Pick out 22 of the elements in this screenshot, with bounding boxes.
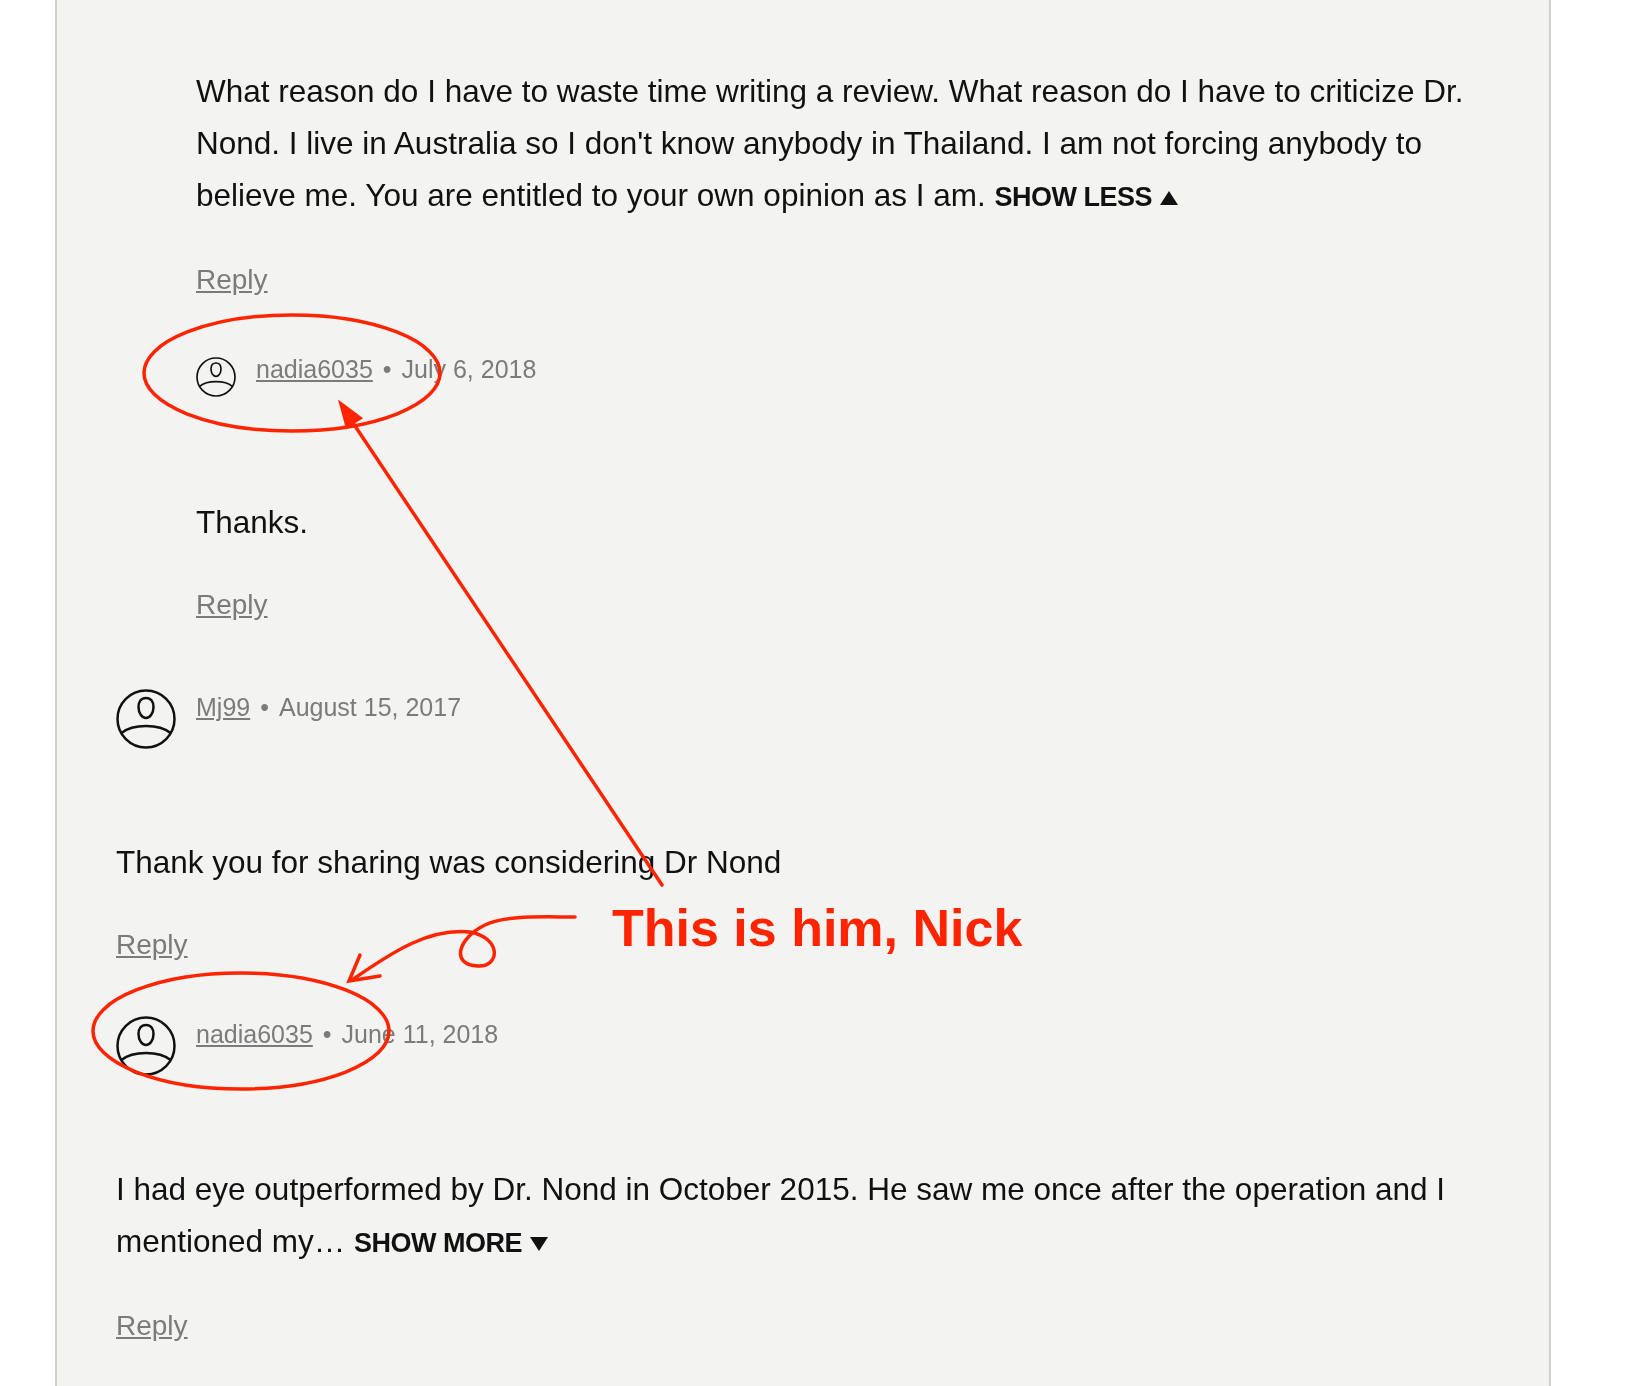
reply-link[interactable]: Reply xyxy=(116,1308,188,1344)
separator-dot: • xyxy=(260,695,269,719)
separator-dot: • xyxy=(322,1022,332,1046)
separator-dot: • xyxy=(382,357,392,381)
caret-icon xyxy=(530,1237,549,1251)
avatar-icon xyxy=(116,689,176,749)
comment-text: Thanks. xyxy=(196,503,310,542)
reply-link[interactable]: Reply xyxy=(196,262,268,298)
avatar-icon xyxy=(196,357,236,397)
author-link[interactable]: nadia6035 xyxy=(196,1022,313,1046)
show-toggle-link[interactable]: SHOW LESS xyxy=(994,182,1178,212)
comment-date: August 15, 2017 xyxy=(278,695,462,719)
comment-text: What reason do I have to waste time writing a review. What reason do I have to criticize Dr. Nond. I live in Australia so I don't know anybody in Thailand. I am not forcing anybody to believe me. You are entitled to your own opinion as I am. SHOW LESS xyxy=(196,72,1465,215)
caret-icon xyxy=(1160,191,1178,205)
annotation-text: This is him, Nick xyxy=(612,902,1023,954)
show-toggle-link[interactable]: SHOW MORE xyxy=(354,1228,549,1258)
author-link[interactable]: nadia6035 xyxy=(256,357,373,381)
reply-link[interactable]: Reply xyxy=(116,927,188,963)
comment-text: I had eye outperformed by Dr. Nond in October 2015. He saw me once after the operation and I mentioned my… SHOW MORE xyxy=(116,1170,1447,1261)
avatar-icon xyxy=(116,1016,176,1076)
reply-link[interactable]: Reply xyxy=(196,587,268,623)
author-link[interactable]: Mj99 xyxy=(196,695,251,719)
